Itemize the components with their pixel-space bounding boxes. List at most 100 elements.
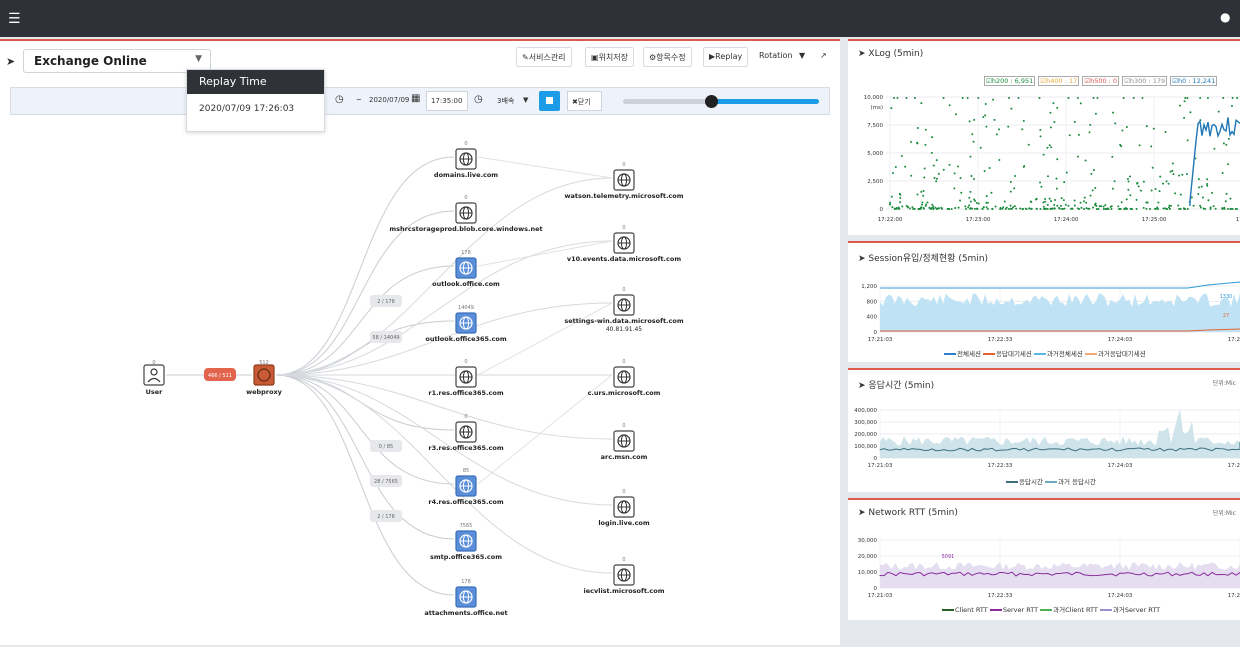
rtt-legend[interactable]: Client RTT Server RTT 과거Client RTT 과거Ser… [942, 604, 1160, 614]
rotation-label[interactable]: Rotation [759, 51, 792, 60]
edge-label: 2 / 178 [370, 295, 402, 307]
service-node[interactable]: 178 outlook.office.com [432, 250, 500, 288]
xlog-point [1001, 207, 1004, 210]
rtt-legend-item[interactable]: 과거Server RTT [1099, 606, 1160, 614]
response-legend-item[interactable]: 과거 응답시간 [1045, 478, 1096, 486]
xlog-point [931, 136, 934, 139]
xlog-point [1168, 204, 1171, 207]
xlog-point [1138, 144, 1141, 147]
replay-button[interactable]: ▶Replay [703, 47, 749, 67]
service-management-button[interactable]: ✎서비스관리 [516, 47, 572, 67]
xlog-point [968, 196, 971, 199]
service-node[interactable]: 7565 smtp.office365.com [430, 523, 502, 561]
user-icon[interactable]: ● [1220, 10, 1230, 24]
x-tick-label: 17:25:33 [1228, 337, 1240, 343]
topology-link [275, 177, 613, 376]
webproxy-node[interactable]: 512webproxy [246, 360, 283, 396]
save-position-button[interactable]: ▣위치저장 [585, 47, 635, 67]
service-node[interactable]: 0 mshrcstorageprod.blob.core.windows.net [389, 195, 542, 233]
xlog-point [904, 165, 907, 168]
node-count: 0 [464, 141, 467, 147]
xlog-point [1231, 97, 1234, 99]
close-button[interactable]: ✖닫기 [567, 91, 602, 111]
xlog-point [1189, 111, 1192, 114]
response-legend-item[interactable]: 응답시간 [1006, 478, 1045, 486]
session-legend[interactable]: 전체세션 응답대기세션 과거전체세션 과거응답대기세션 [944, 348, 1146, 358]
stop-button[interactable] [539, 91, 560, 111]
xlog-point [1090, 172, 1093, 175]
menu-icon[interactable]: ☰ [8, 11, 21, 27]
xlog-point [1008, 97, 1011, 99]
speed-select[interactable]: 3배속 [497, 96, 514, 106]
xlog-point [1178, 207, 1181, 210]
service-node[interactable]: 0 domains.live.com [434, 141, 498, 179]
xlog-point [1178, 174, 1181, 177]
service-node[interactable]: 0 login.live.com [598, 489, 650, 527]
node-label: domains.live.com [434, 171, 498, 179]
xlog-point [910, 174, 913, 177]
external-link-icon[interactable]: ↗ [820, 51, 827, 60]
service-node[interactable]: 0 r3.res.office365.com [428, 414, 503, 452]
service-node[interactable]: 0 watson.telemetry.microsoft.com [564, 162, 683, 200]
rtt-legend-item[interactable]: 과거Client RTT [1040, 606, 1100, 614]
service-node[interactable]: 85 r4.res.office365.com [428, 468, 503, 506]
xlog-point [954, 207, 957, 210]
xlog-point [1192, 204, 1195, 207]
xlog-point [1065, 171, 1068, 174]
xlog-point [1111, 187, 1114, 190]
speed-dropdown-icon[interactable]: ▼ [523, 96, 528, 104]
service-node[interactable]: 0 settings-win.data.microsoft.com40.81.91… [564, 287, 683, 333]
xlog-point [1199, 204, 1202, 207]
service-node[interactable]: 0 v10.events.data.microsoft.com [567, 225, 681, 263]
xlog-point [934, 206, 937, 209]
response-legend[interactable]: 응답시간 과거 응답시간 [1006, 476, 1096, 486]
xlog-point [1058, 206, 1061, 209]
xlog-chart[interactable]: 10,000 (ms) 7,500 5,000 2,500 0 17:22:00 17:23:… [848, 41, 1240, 237]
rtt-area [880, 562, 1240, 588]
service-select[interactable]: Exchange Online ▼ [23, 49, 211, 73]
xlog-point [1127, 188, 1130, 191]
rtt-legend-item[interactable]: Client RTT [942, 606, 990, 614]
xlog-point [1149, 207, 1152, 210]
xlog-point [1043, 207, 1046, 210]
xlog-point [995, 133, 998, 136]
xlog-point [979, 146, 982, 149]
service-node[interactable]: 178 attachments.office.net [424, 579, 507, 617]
service-node[interactable]: 0 arc.msn.com [601, 423, 648, 461]
xlog-point [931, 203, 934, 206]
xlog-point [1112, 111, 1115, 114]
xlog-point [917, 207, 920, 210]
user-node[interactable]: 0User [143, 360, 165, 396]
calendar-icon[interactable]: ▦ [411, 93, 420, 104]
xlog-point [890, 107, 893, 110]
rtt-legend-item[interactable]: Server RTT [989, 606, 1040, 614]
xlog-point [999, 206, 1002, 209]
xlog-point [1092, 169, 1095, 172]
xlog-point [930, 207, 933, 210]
rotation-dropdown-icon[interactable]: ▼ [799, 51, 805, 60]
time-clock-icon[interactable]: ◷ [474, 94, 483, 105]
xlog-point [1164, 207, 1167, 210]
xlog-point [1207, 199, 1210, 202]
session-legend-item[interactable]: 과거응답대기세션 [1084, 350, 1146, 358]
xlog-point [1049, 111, 1052, 114]
session-legend-item[interactable]: 과거전체세션 [1033, 350, 1085, 358]
xlog-point [1145, 207, 1148, 210]
xlog-point [1169, 170, 1172, 173]
service-node[interactable]: 14049 outlook.office365.com [425, 305, 506, 343]
edit-items-button[interactable]: ⚙항목수정 [643, 47, 692, 67]
xlog-point [1129, 194, 1132, 197]
xlog-point [891, 206, 894, 209]
xlog-point [1052, 102, 1055, 105]
service-node[interactable]: 0 c.urs.microsoft.com [588, 359, 661, 397]
session-value-label: 1330 [1220, 294, 1233, 300]
time-input[interactable]: 17:35:00 [426, 91, 468, 111]
service-node[interactable]: 0 r1.res.office365.com [428, 359, 503, 397]
service-node[interactable]: 0 iecvlist.microsoft.com [584, 557, 665, 595]
session-legend-item[interactable]: 전체세션 [944, 350, 983, 358]
session-legend-item[interactable]: 응답대기세션 [983, 350, 1034, 358]
replay-slider[interactable] [623, 95, 819, 108]
replay-slider-handle[interactable] [705, 95, 719, 108]
session-chart[interactable]: 1,200 800 400 017:21:03 17:22:33 17:24:03 17:2… [848, 243, 1240, 364]
date-value[interactable]: 2020/07/09 [369, 96, 409, 104]
